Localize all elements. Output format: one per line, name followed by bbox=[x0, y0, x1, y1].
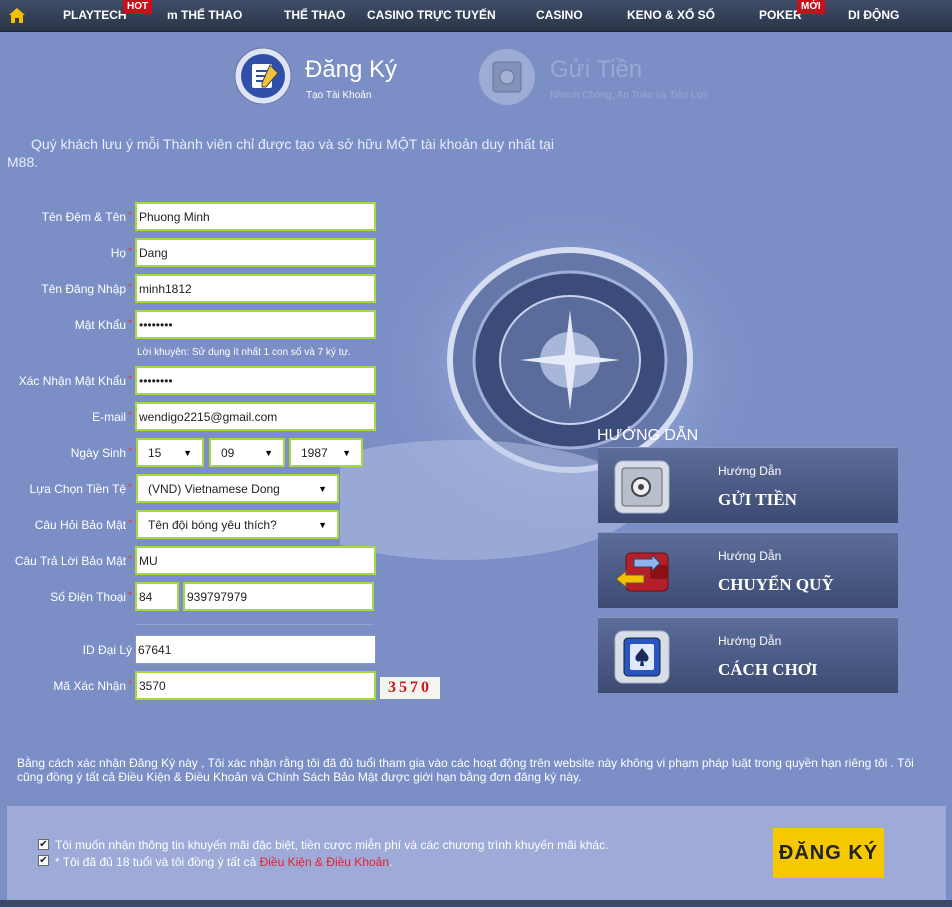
email-input[interactable] bbox=[135, 402, 376, 431]
promo-checkbox-label: Tôi muốn nhận thông tin khuyến mãi đặc b… bbox=[55, 838, 609, 852]
lastname-input[interactable] bbox=[135, 238, 376, 267]
age-terms-checkbox-label: * Tôi đã đủ 18 tuổi và tôi đồng ý tất cả… bbox=[55, 855, 393, 869]
nav-item-sports[interactable]: THỂ THAO bbox=[284, 8, 345, 22]
age-terms-checkbox[interactable]: ✔ bbox=[38, 855, 49, 866]
agent-id-label: ID Đại Lý bbox=[82, 643, 132, 657]
chevron-down-icon: ▼ bbox=[318, 483, 327, 494]
nav-item-casino[interactable]: CASINO bbox=[536, 8, 583, 22]
phone-code-input[interactable] bbox=[135, 582, 179, 611]
username-input[interactable] bbox=[135, 274, 376, 303]
birth-month-select[interactable]: 09 ▼ bbox=[209, 438, 285, 467]
playing-card-icon bbox=[614, 630, 670, 684]
guides-heading: HƯỚNG DẪN bbox=[597, 427, 699, 444]
birth-year-select[interactable]: 1987 ▼ bbox=[289, 438, 363, 467]
security-answer-input[interactable] bbox=[135, 546, 376, 575]
password-hint: Lời khuyên: Sử dụng ít nhất 1 con số và … bbox=[137, 347, 351, 358]
register-step-title: Đăng Ký bbox=[305, 56, 398, 83]
password-input[interactable] bbox=[135, 310, 376, 339]
confirm-password-label: Xác Nhận Mật Khẩu * bbox=[18, 374, 132, 388]
register-step-subtitle: Tạo Tài Khoản bbox=[306, 90, 372, 101]
guide-deposit-title: GỬI TIỀN bbox=[718, 490, 797, 509]
deposit-step-icon bbox=[479, 49, 535, 105]
guide-transfer-small: Hướng Dẫn bbox=[718, 549, 782, 563]
guide-deposit-button[interactable]: Hướng Dẫn GỬI TIỀN bbox=[598, 447, 898, 523]
account-notice: Quý khách lưu ý mỗi Thành viên chỉ được … bbox=[7, 136, 554, 170]
guide-howtoplay-button[interactable]: Hướng Dẫn CÁCH CHƠI bbox=[598, 617, 898, 693]
birth-day-select[interactable]: 15 ▼ bbox=[136, 438, 204, 467]
wallet-transfer-icon bbox=[615, 552, 669, 592]
currency-label: Lựa Chọn Tiền Tệ * bbox=[29, 482, 132, 496]
nav-item-mobile[interactable]: DI ĐỘNG bbox=[848, 8, 899, 22]
fullname-input[interactable] bbox=[135, 202, 376, 231]
captcha-image: 3570 bbox=[380, 677, 440, 699]
register-submit-button[interactable]: ĐĂNG KÝ bbox=[773, 828, 884, 878]
home-icon[interactable] bbox=[8, 7, 26, 24]
currency-select[interactable]: (VND) Vietnamese Dong ▼ bbox=[136, 474, 339, 503]
security-answer-label: Câu Trả Lời Bảo Mật * bbox=[14, 554, 132, 568]
nav-item-keno-lottery[interactable]: KENO & XỔ SỐ bbox=[627, 8, 715, 22]
confirm-password-input[interactable] bbox=[135, 366, 376, 395]
safe-icon bbox=[614, 460, 670, 514]
terms-text: Bằng cách xác nhận Đăng Ký này , Tôi xác… bbox=[17, 756, 914, 784]
nav-item-playtech[interactable]: PLAYTECH bbox=[63, 8, 127, 22]
lastname-label: Họ * bbox=[110, 246, 132, 260]
nav-item-m-sports[interactable]: m THỂ THAO bbox=[167, 8, 242, 22]
deposit-step-title: Gửi Tiền bbox=[550, 56, 643, 83]
phone-label: Số Điện Thoại * bbox=[50, 590, 132, 604]
security-question-label: Câu Hỏi Bảo Mật * bbox=[34, 518, 132, 532]
chevron-down-icon: ▼ bbox=[183, 447, 192, 458]
promo-checkbox[interactable]: ✔ bbox=[38, 839, 49, 850]
guide-deposit-small: Hướng Dẫn bbox=[718, 464, 782, 478]
form-divider bbox=[136, 624, 374, 625]
guide-transfer-title: CHUYỂN QUỸ bbox=[718, 575, 834, 594]
guide-transfer-button[interactable]: Hướng Dẫn CHUYỂN QUỸ bbox=[598, 532, 898, 608]
footer-bar bbox=[0, 900, 952, 907]
register-step-icon bbox=[234, 47, 292, 105]
chevron-down-icon: ▼ bbox=[342, 447, 351, 458]
agent-id-input[interactable] bbox=[135, 635, 376, 664]
chevron-down-icon: ▼ bbox=[264, 447, 273, 458]
guide-howtoplay-title: CÁCH CHƠI bbox=[718, 660, 818, 679]
phone-number-input[interactable] bbox=[183, 582, 374, 611]
captcha-label: Mã Xác Nhận * bbox=[53, 679, 132, 693]
security-question-select[interactable]: Tên đội bóng yêu thích? ▼ bbox=[136, 510, 339, 539]
birthdate-label: Ngày Sinh * bbox=[70, 446, 132, 460]
guide-howtoplay-small: Hướng Dẫn bbox=[718, 634, 782, 648]
deposit-step-subtitle: Nhanh Chóng, An Toàn và Tiện Lợi! bbox=[550, 90, 709, 101]
password-label: Mật Khẩu * bbox=[74, 318, 132, 332]
top-navigation: PLAYTECH HOT m THỂ THAO THỂ THAO CASINO … bbox=[0, 0, 952, 32]
username-label: Tên Đăng Nhập * bbox=[41, 282, 132, 296]
email-label: E-mail * bbox=[92, 410, 132, 424]
hot-badge: HOT bbox=[123, 0, 153, 14]
fullname-label: Tên Đệm & Tên * bbox=[41, 210, 132, 224]
terms-link[interactable]: Điều Kiện & Điều Khoản bbox=[260, 855, 389, 869]
chevron-down-icon: ▼ bbox=[318, 519, 327, 530]
nav-item-poker[interactable]: POKER bbox=[759, 8, 802, 22]
captcha-input[interactable] bbox=[135, 671, 376, 700]
nav-item-live-casino[interactable]: CASINO TRỰC TUYẾN bbox=[367, 8, 496, 22]
new-badge: MỚI bbox=[797, 0, 825, 14]
